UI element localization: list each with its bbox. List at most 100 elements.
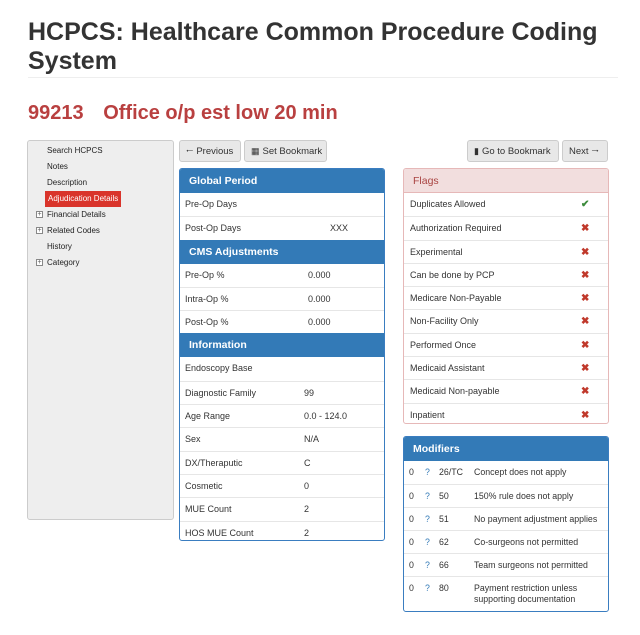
information-value: C [304,457,311,468]
flags-panel: Flags Duplicates Allowed ✔ Authorization R… [403,168,609,424]
bookmark-icon: ▮ [474,146,479,156]
cross-icon: ✖ [581,409,590,421]
global-period-header: Global Period [180,169,384,193]
global-period-row: Post-Op Days XXX [180,216,384,239]
cross-icon: ✖ [581,246,590,258]
information-value: 0.0 - 124.0 [304,411,348,422]
modifier-code: 51 [439,514,449,524]
sidebar-item-history[interactable]: History [28,239,173,255]
flags-header: Flags [404,169,608,193]
modifier-description: 150% rule does not apply [474,491,574,501]
help-icon[interactable]: ? [425,537,430,548]
help-icon[interactable]: ? [425,583,430,594]
help-icon[interactable]: ? [425,560,430,571]
sidebar-item-financial-details[interactable]: + Financial Details [28,207,173,223]
sidebar-item-label: Description [47,178,88,187]
sidebar-item-description[interactable]: Description [28,175,173,191]
information-value: 0 [304,480,310,491]
set-bookmark-button[interactable]: ▦ Set Bookmark [244,140,327,162]
flag-label: Medicaid Assistant [410,363,485,374]
modifiers-header: Modifiers [404,437,608,461]
sidebar-item-search-hcpcs[interactable]: Search HCPCS [28,143,173,159]
sidebar-item-label: Financial Details [47,210,106,219]
expand-plus-icon[interactable]: + [36,211,43,218]
modifier-row: 0? 62 Co-surgeons not permitted [404,530,608,553]
modifier-count: 0 [409,491,414,501]
modifier-description: Team surgeons not permitted [474,560,588,570]
modifier-description: Co-surgeons not permitted [474,537,579,547]
flag-label: Medicaid Non-payable [410,386,500,397]
cross-icon: ✖ [581,386,590,398]
expand-plus-icon[interactable]: + [36,227,43,234]
information-row: Diagnostic Family 99 [180,380,384,404]
sidebar-item-label: Related Codes [47,226,100,235]
cms-adjustments-row: Post-Op % 0.000 [180,310,384,333]
information-row: MUE Count 2 [180,497,384,520]
flag-row: Medicaid Non-payable ✖ [404,379,608,402]
sidebar-item-notes[interactable]: Notes [28,159,173,175]
flag-label: Experimental [410,246,463,257]
information-label: Cosmetic [185,480,223,491]
cross-icon: ✖ [581,339,590,351]
hcpcs-code: 99213 [28,102,84,124]
help-icon[interactable]: ? [425,514,430,525]
flag-row: Medicare Non-Payable ✖ [404,286,608,309]
flag-label: Non-Facility Only [410,316,479,327]
information-label: Age Range [185,411,231,422]
help-icon[interactable]: ? [425,491,430,502]
go-to-bookmark-button[interactable]: ▮ Go to Bookmark [467,140,559,162]
help-icon[interactable]: ? [425,467,430,478]
modifier-count: 0 [409,583,414,593]
modifier-code: 62 [439,537,449,547]
modifiers-panel: Modifiers 0? 26/TC Concept does not apply 0… [403,436,609,612]
expand-plus-icon[interactable]: + [36,259,43,266]
modifier-row: 0? 50 150% rule does not apply [404,484,608,507]
flag-row: Authorization Required ✖ [404,216,608,239]
cms-adjustments-label: Post-Op % [185,317,229,328]
cross-icon: ✖ [581,293,590,305]
flag-label: Duplicates Allowed [410,199,486,209]
code-heading: 99213 Office o/p est low 20 min [28,102,338,125]
information-row: Cosmetic 0 [180,473,384,497]
next-button[interactable]: Next 🠂 [562,140,608,162]
information-row: Age Range 0.0 - 124.0 [180,404,384,427]
title-divider [28,77,618,78]
flag-row: Inpatient ✖ [404,402,608,423]
previous-button[interactable]: 🠀 Previous [179,140,241,162]
information-label: Endoscopy Base [185,363,253,374]
modifier-count: 0 [409,514,414,524]
cross-icon: ✖ [581,223,590,235]
global-period-value: XXX [330,223,349,234]
cms-adjustments-value: 0.000 [308,293,331,304]
modifier-row: 0? 66 Team surgeons not permitted [404,553,608,576]
modifier-code: 80 [439,583,449,593]
cms-adjustments-row: Intra-Op % 0.000 [180,286,384,310]
information-label: DX/Theraputic [185,457,243,468]
modifier-description: Payment restriction unless supporting do… [474,583,578,604]
cross-icon: ✖ [581,363,590,375]
book-icon: ▦ [251,146,260,156]
sidebar-item-related-codes[interactable]: + Related Codes [28,223,173,239]
modifier-code: 26/TC [439,467,463,477]
information-value: 99 [304,387,315,398]
sidebar-item-adjudication-details[interactable]: Adjudication Details [28,191,173,207]
cms-adjustments-label: Intra-Op % [185,293,229,304]
information-label: Sex [185,434,201,445]
information-header: Information [180,333,384,358]
flag-row: Duplicates Allowed ✔ [404,193,608,216]
flag-row: Experimental ✖ [404,239,608,263]
sidebar-item-category[interactable]: + Category [28,255,173,271]
sidebar-nav: Search HCPCS Notes Description Adjudication… [27,140,174,520]
modifier-description: No payment adjustment applies [474,514,598,524]
global-period-row: Pre-Op Days [180,193,384,216]
sidebar-item-label: Search HCPCS [47,146,103,155]
information-label: MUE Count [185,504,232,515]
flag-label: Can be done by PCP [410,269,495,280]
modifier-code: 66 [439,560,449,570]
arrow-left-icon: 🠀 [186,146,194,156]
sidebar-item-label: Category [47,258,80,267]
information-row: Endoscopy Base [180,357,384,380]
flag-row: Non-Facility Only ✖ [404,309,608,332]
information-row: HOS MUE Count 2 [180,520,384,540]
modifier-row: 0? 80 Payment restriction unless supportin… [404,576,608,611]
